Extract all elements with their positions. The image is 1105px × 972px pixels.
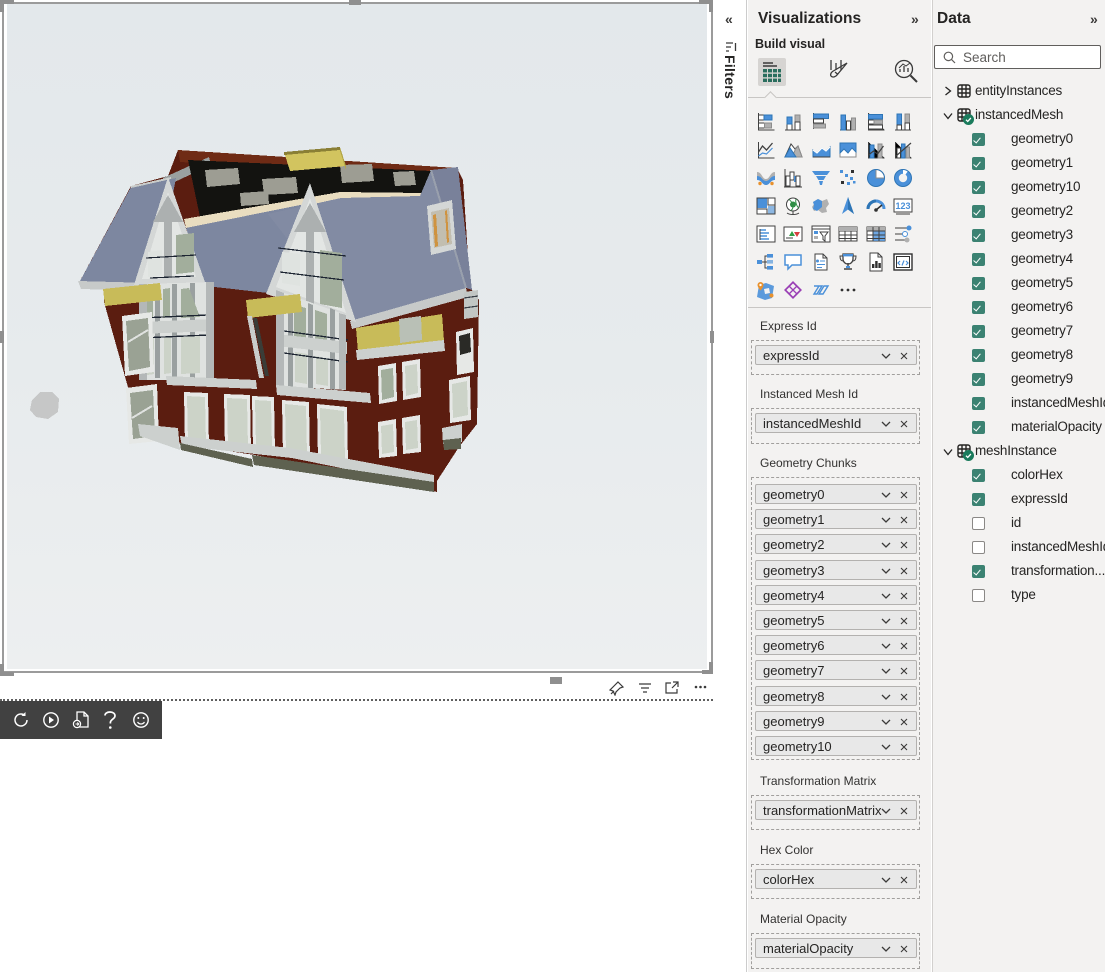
svg-text:123: 123: [895, 201, 910, 211]
